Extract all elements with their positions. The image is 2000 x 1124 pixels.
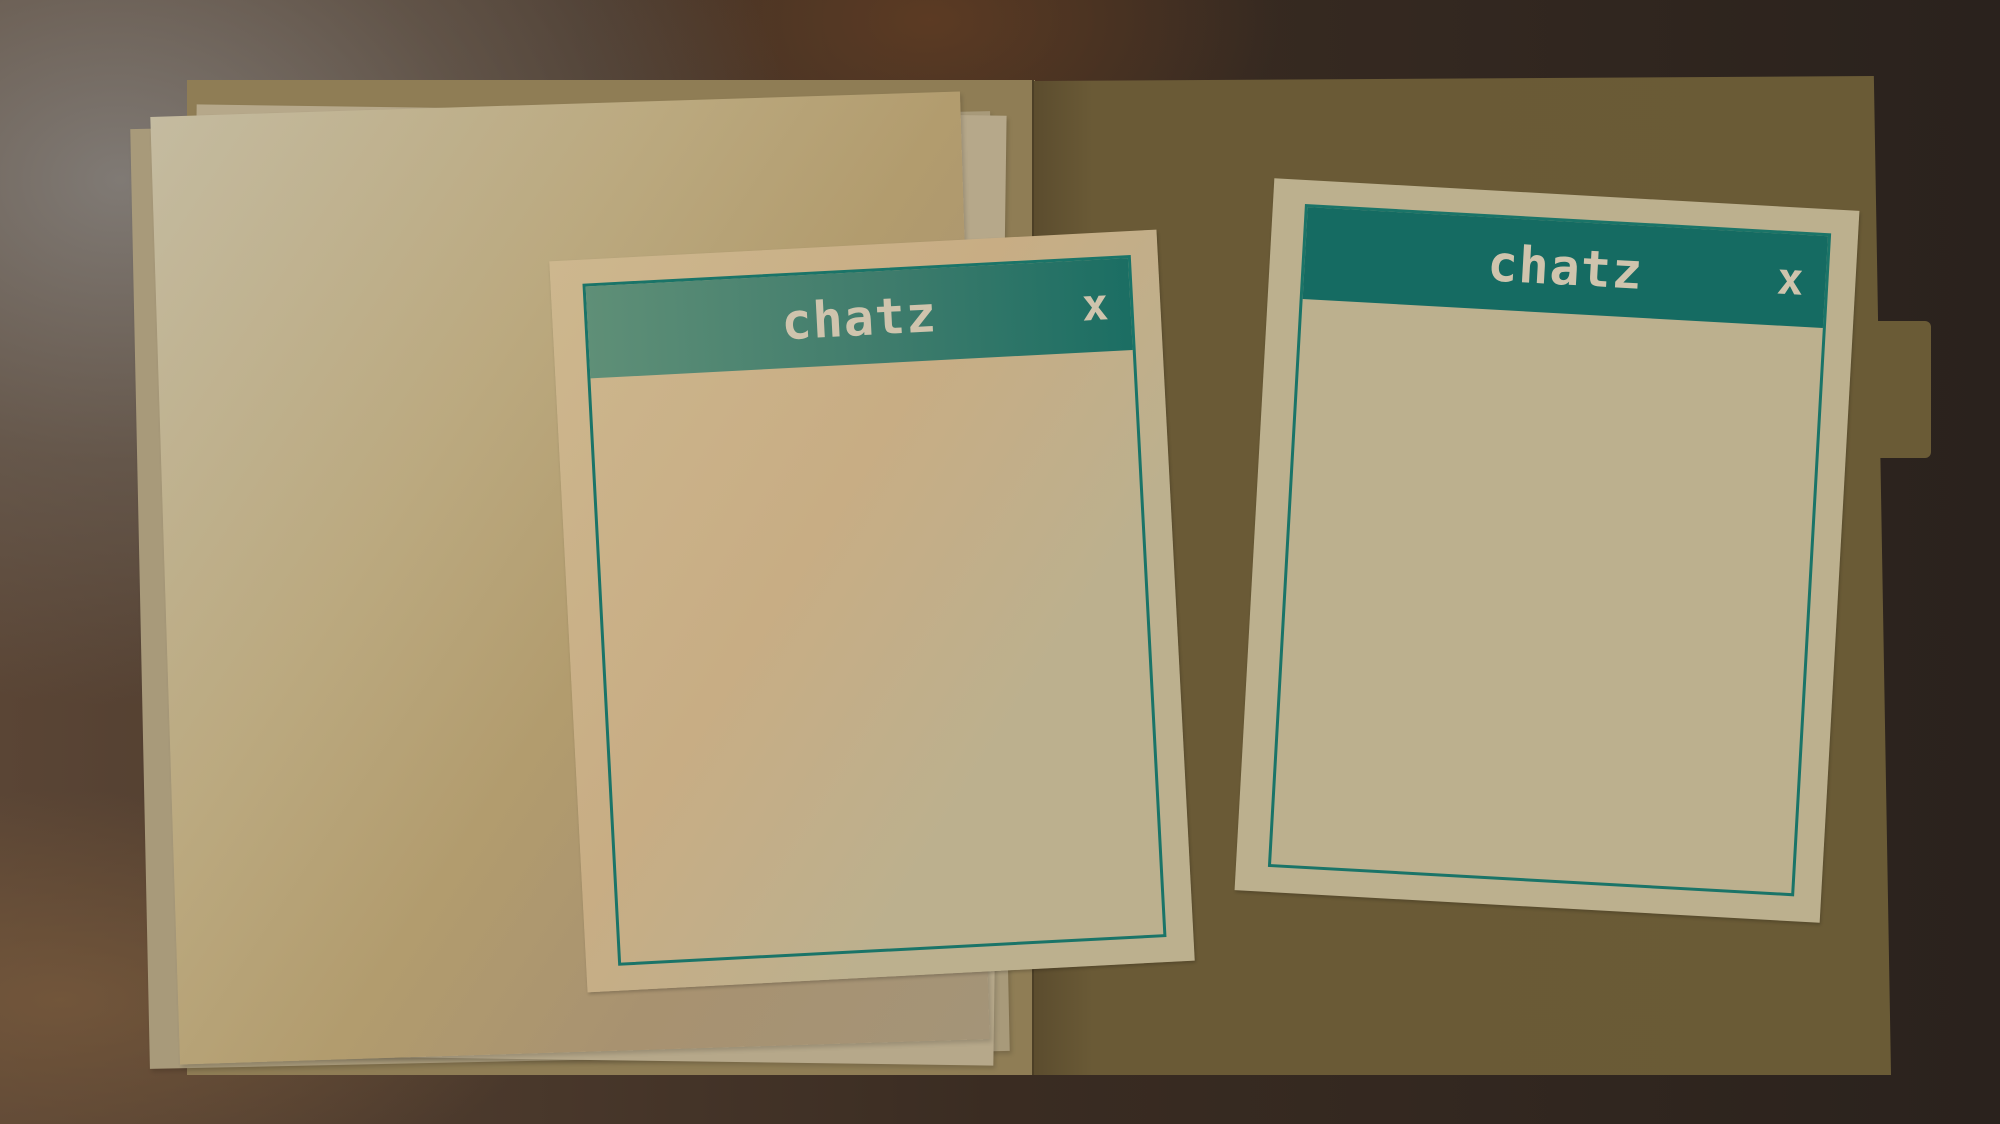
close-button[interactable]: x <box>1080 279 1109 331</box>
chat-window-card-2: chatz x <box>1234 178 1860 923</box>
close-button[interactable]: x <box>1776 253 1805 305</box>
chat-body-1[interactable] <box>590 350 1163 963</box>
folder-tab[interactable] <box>1878 321 1931 458</box>
chat-window-2: chatz x <box>1267 203 1832 897</box>
chat-window-1: chatz x <box>582 254 1167 966</box>
chat-body-2[interactable] <box>1271 299 1823 893</box>
desktop-scene: chatz x chatz x <box>0 0 2000 1124</box>
chat-title: chatz <box>779 285 939 352</box>
chat-title: chatz <box>1486 234 1645 301</box>
chat-window-card-1: chatz x <box>549 229 1195 993</box>
